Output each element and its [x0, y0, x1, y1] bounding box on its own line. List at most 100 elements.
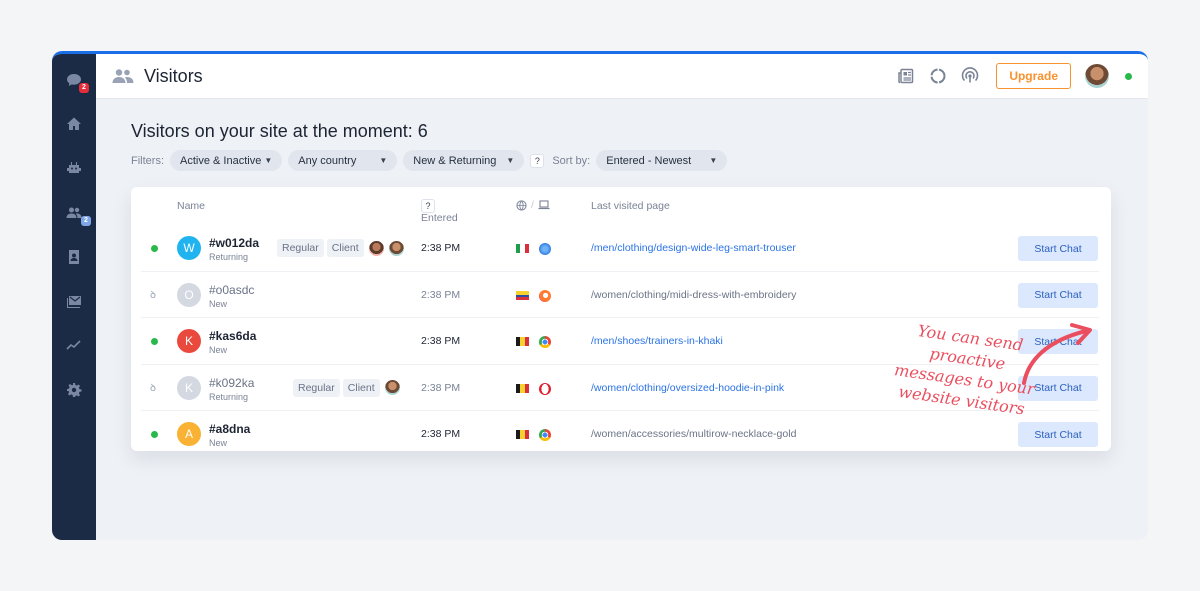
filter-activity-value: Active & Inactive [180, 154, 262, 167]
filter-country-value: Any country [298, 154, 357, 167]
start-chat-button[interactable]: Start Chat [1018, 422, 1098, 447]
tag-chip[interactable]: Regular [277, 239, 324, 257]
header-last-page: Last visited page [591, 200, 670, 212]
caret-down-icon: ▼ [506, 156, 515, 165]
sort-label: Sort by: [552, 154, 591, 167]
visitor-avatar: W [177, 236, 201, 260]
agent-avatar [384, 380, 400, 395]
browser-firefox-icon [539, 289, 551, 302]
sidebar-item-visitors[interactable]: 2 [52, 199, 96, 227]
main-content: Visitors on your site at the moment: 6 F… [96, 99, 1148, 540]
entered-help-button[interactable]: ? [421, 199, 435, 213]
contact-card-icon [69, 250, 79, 264]
header-location-device: / [516, 199, 550, 211]
visitor-id[interactable]: #w012da [209, 236, 259, 250]
last-visited-page-link[interactable]: /men/clothing/design-wide-leg-smart-trou… [591, 242, 796, 254]
entered-time: 2:38 PM [421, 335, 461, 347]
country-flag-icon [516, 337, 529, 346]
start-chat-button[interactable]: Start Chat [1018, 282, 1098, 308]
sidebar: 2 2 [52, 54, 96, 540]
header-name: Name [177, 200, 206, 212]
visitor-tags: Regular Client [277, 239, 404, 257]
visitor-type: New [209, 345, 228, 355]
entered-time: 2:38 PM [421, 428, 461, 440]
sidebar-item-analytics[interactable] [52, 331, 96, 359]
caret-down-icon: ▼ [379, 156, 388, 165]
globe-icon [516, 199, 527, 211]
visitor-type: New [209, 298, 228, 309]
sidebar-item-contacts[interactable] [52, 243, 96, 271]
visitor-avatar: O [177, 282, 201, 307]
active-status-dot [151, 338, 158, 345]
idle-status-icon: ꝺ [150, 382, 156, 394]
table-row[interactable]: W #w012da Returning Regular Client 2:38 PM/me… [131, 225, 1111, 272]
bot-icon [67, 162, 81, 173]
users-icon [66, 207, 82, 218]
broadcast-button[interactable] [960, 66, 980, 86]
visitor-type: Returning [209, 391, 249, 402]
filter-country-dropdown[interactable]: Any country ▼ [288, 150, 398, 171]
last-visited-page-link[interactable]: /women/clothing/midi-dress-with-embroide… [591, 289, 796, 301]
news-button[interactable] [896, 66, 916, 86]
visitor-id[interactable]: #a8dna [209, 422, 250, 436]
user-avatar[interactable] [1085, 64, 1109, 88]
status-button[interactable] [928, 66, 948, 86]
country-flag-icon [516, 290, 529, 300]
sidebar-item-inbox[interactable] [52, 287, 96, 315]
visitors-icon [112, 69, 134, 83]
sidebar-item-chats[interactable]: 2 [52, 66, 96, 94]
browser-safari-icon [539, 243, 551, 255]
visitor-tags: Regular Client [293, 378, 400, 397]
agent-avatar [388, 240, 404, 256]
chats-badge: 2 [79, 83, 89, 93]
upgrade-button[interactable]: Upgrade [996, 63, 1071, 89]
visitors-badge: 2 [81, 216, 91, 226]
header-separator: / [531, 199, 534, 211]
visitor-id[interactable]: #k092ka [209, 376, 254, 390]
tag-chip[interactable]: Client [326, 239, 364, 257]
caret-down-icon: ▼ [264, 156, 273, 165]
entered-time: 2:38 PM [421, 242, 461, 254]
sort-value: Entered - Newest [606, 154, 692, 167]
visitor-type: New [209, 438, 228, 448]
newspaper-icon [898, 68, 914, 84]
last-visited-page-link[interactable]: /women/accessories/multirow-necklace-gol… [591, 428, 796, 440]
visitors-count-heading: Visitors on your site at the moment: 6 [131, 121, 428, 141]
table-header: Name Entered ? / Last visited page [131, 187, 1111, 225]
visitor-type: Returning [209, 252, 249, 262]
visitor-avatar: K [177, 375, 201, 400]
filter-activity-dropdown[interactable]: Active & Inactive ▼ [170, 150, 283, 171]
trend-line-icon [66, 340, 81, 350]
filters-label: Filters: [131, 154, 164, 167]
visitor-id[interactable]: #kas6da [209, 329, 256, 343]
visitor-id[interactable]: #o0asdc [209, 283, 254, 297]
table-row[interactable]: ꝺ O #o0asdc New 2:38 PM/women/clothing/midi-… [131, 272, 1111, 318]
filters-bar: Filters: Active & Inactive ▼ Any country ▼… [131, 150, 728, 171]
laptop-icon [538, 200, 550, 210]
entered-time: 2:38 PM [421, 381, 461, 394]
country-flag-icon [516, 430, 529, 439]
start-chat-button[interactable]: Start Chat [1018, 236, 1098, 261]
loading-ring-icon [930, 68, 946, 84]
table-row[interactable]: A #a8dna New 2:38 PM/women/accessories/mult… [131, 411, 1111, 458]
filter-visitor-type-dropdown[interactable]: New & Returning ▼ [403, 150, 525, 171]
filters-help-button[interactable]: ? [530, 153, 545, 168]
browser-chrome-icon [539, 336, 551, 348]
sort-dropdown[interactable]: Entered - Newest ▼ [596, 150, 728, 171]
last-visited-page-link[interactable]: /women/clothing/oversized-hoodie-in-pink [591, 382, 784, 394]
page-title: Visitors [144, 65, 203, 86]
tag-chip[interactable]: Client [342, 378, 380, 397]
tag-chip[interactable]: Regular [293, 378, 340, 397]
sidebar-item-home[interactable] [52, 110, 96, 138]
online-status-dot [1125, 72, 1132, 80]
header-entered-label: Entered [421, 212, 458, 224]
browser-opera-icon [539, 382, 551, 395]
sidebar-item-settings[interactable] [52, 376, 96, 404]
idle-status-icon: ꝺ [150, 289, 156, 301]
broadcast-icon [962, 67, 979, 83]
inbox-icon [67, 296, 81, 308]
home-icon [67, 117, 81, 130]
sidebar-item-bots[interactable] [52, 154, 96, 182]
last-visited-page-link[interactable]: /men/shoes/trainers-in-khaki [591, 335, 723, 347]
country-flag-icon [516, 383, 529, 393]
